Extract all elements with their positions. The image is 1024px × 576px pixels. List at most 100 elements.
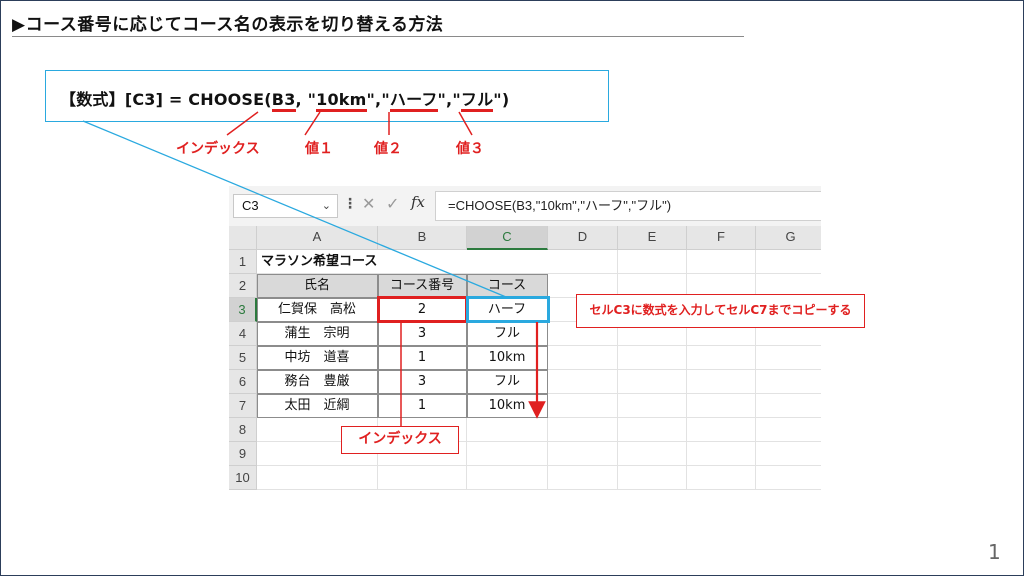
row-header-6[interactable]: 6 — [229, 370, 257, 394]
table-cell[interactable]: 仁賀保 高松 — [256, 297, 378, 322]
cell[interactable] — [687, 394, 756, 418]
callout-index-label: インデックス — [176, 141, 260, 157]
row-header-8[interactable]: 8 — [229, 418, 257, 442]
cell[interactable] — [687, 418, 756, 442]
active-cell-highlight — [466, 296, 550, 323]
table-cell[interactable]: 10km — [466, 393, 548, 418]
excel-window: C3 ⌄ ⋮ ✕ ✓ fx =CHOOSE(B3,"10km","ハーフ","フル… — [229, 186, 821, 493]
formula-sep: "," — [366, 90, 390, 109]
page-number: 1 — [988, 540, 1001, 564]
select-all-corner[interactable] — [229, 226, 257, 250]
cell[interactable] — [756, 394, 821, 418]
formula-sep: "," — [437, 90, 461, 109]
cell[interactable] — [618, 466, 687, 490]
cell[interactable] — [467, 442, 548, 466]
cell[interactable] — [618, 442, 687, 466]
formula-label: 【数式】 — [60, 90, 125, 109]
table-header-cell[interactable]: 氏名 — [256, 273, 378, 298]
column-header-d[interactable]: D — [548, 226, 618, 250]
row-header-10[interactable]: 10 — [229, 466, 257, 490]
cell[interactable] — [618, 394, 687, 418]
table-cell[interactable]: 太田 近綱 — [256, 393, 378, 418]
cell[interactable] — [467, 418, 548, 442]
cell[interactable] — [687, 370, 756, 394]
name-box-value: C3 — [242, 198, 259, 213]
callout-value1-label: 値１ — [305, 141, 333, 157]
more-options-icon[interactable]: ⋮ — [343, 196, 357, 212]
row-header-3[interactable]: 3 — [229, 298, 257, 322]
table-cell[interactable]: フル — [466, 369, 548, 394]
table-cell[interactable]: 蒲生 宗明 — [256, 321, 378, 346]
table-header-cell[interactable]: コース — [466, 273, 548, 298]
cell[interactable] — [687, 466, 756, 490]
column-header-c[interactable]: C — [467, 226, 548, 250]
formula-arg-value2: ハーフ — [389, 90, 438, 112]
cell[interactable] — [756, 346, 821, 370]
row-header-1[interactable]: 1 — [229, 250, 257, 274]
cell[interactable] — [548, 250, 618, 274]
cell[interactable] — [618, 418, 687, 442]
formula-equals: = — [163, 90, 189, 109]
table-cell[interactable]: 1 — [377, 345, 467, 370]
column-header-f[interactable]: F — [687, 226, 756, 250]
table-cell[interactable]: 1 — [377, 393, 467, 418]
cell[interactable] — [548, 370, 618, 394]
row-header-9[interactable]: 9 — [229, 442, 257, 466]
index-callout-box: インデックス — [341, 426, 459, 454]
chevron-down-icon[interactable]: ⌄ — [322, 195, 331, 217]
column-header-a[interactable]: A — [257, 226, 378, 250]
cell[interactable] — [618, 250, 687, 274]
cell[interactable] — [618, 346, 687, 370]
column-header-b[interactable]: B — [378, 226, 467, 250]
cell[interactable] — [548, 418, 618, 442]
formula-arg-index: B3 — [271, 90, 296, 112]
table-cell[interactable]: 10km — [466, 345, 548, 370]
formula-text: 【数式】[C3] = CHOOSE(B3, "10km","ハーフ","フル") — [60, 86, 510, 112]
formula-arg-value3: フル — [460, 90, 494, 112]
table-cell[interactable]: フル — [466, 321, 548, 346]
cell[interactable] — [687, 250, 756, 274]
insert-function-icon[interactable]: fx — [411, 193, 425, 211]
column-header-e[interactable]: E — [618, 226, 687, 250]
formula-bar: C3 ⌄ ⋮ ✕ ✓ fx =CHOOSE(B3,"10km","ハーフ","フル… — [229, 186, 821, 226]
cell[interactable] — [756, 370, 821, 394]
cell[interactable] — [467, 466, 548, 490]
enter-icon[interactable]: ✓ — [386, 194, 399, 213]
cell[interactable] — [618, 370, 687, 394]
formula-arg-value1: 10km — [316, 90, 367, 112]
cell[interactable] — [548, 466, 618, 490]
row-header-4[interactable]: 4 — [229, 322, 257, 346]
cell[interactable] — [548, 442, 618, 466]
sheet-title-cell[interactable]: マラソン希望コース — [257, 250, 548, 274]
cell[interactable] — [756, 418, 821, 442]
table-cell[interactable]: 3 — [377, 321, 467, 346]
table-cell[interactable]: 務台 豊厳 — [256, 369, 378, 394]
formula-cell-ref: [C3] — [124, 90, 164, 109]
name-box[interactable]: C3 ⌄ — [233, 194, 338, 218]
cell[interactable] — [756, 466, 821, 490]
table-cell[interactable]: 3 — [377, 369, 467, 394]
formula-sep: , " — [295, 90, 317, 109]
cell[interactable] — [378, 466, 467, 490]
cell[interactable] — [756, 442, 821, 466]
copy-note-box: セルC3に数式を入力してセルC7までコピーする — [576, 294, 865, 328]
cell[interactable] — [687, 442, 756, 466]
table-cell[interactable]: 中坊 道喜 — [256, 345, 378, 370]
cell[interactable] — [548, 394, 618, 418]
formula-input[interactable]: =CHOOSE(B3,"10km","ハーフ","フル") — [435, 191, 821, 221]
callout-value2-label: 値２ — [374, 141, 402, 157]
slide-title: ▶コース番号に応じてコース名の表示を切り替える方法 — [12, 15, 444, 35]
title-divider — [12, 36, 744, 37]
row-header-2[interactable]: 2 — [229, 274, 257, 298]
cell[interactable] — [756, 250, 821, 274]
table-header-cell[interactable]: コース番号 — [377, 273, 467, 298]
index-cell-highlight — [377, 296, 468, 323]
cancel-icon[interactable]: ✕ — [362, 194, 375, 213]
cell[interactable] — [548, 346, 618, 370]
column-header-g[interactable]: G — [756, 226, 821, 250]
row-header-5[interactable]: 5 — [229, 346, 257, 370]
cell[interactable] — [687, 346, 756, 370]
row-header-7[interactable]: 7 — [229, 394, 257, 418]
formula-close: ") — [493, 90, 510, 109]
cell[interactable] — [257, 466, 378, 490]
